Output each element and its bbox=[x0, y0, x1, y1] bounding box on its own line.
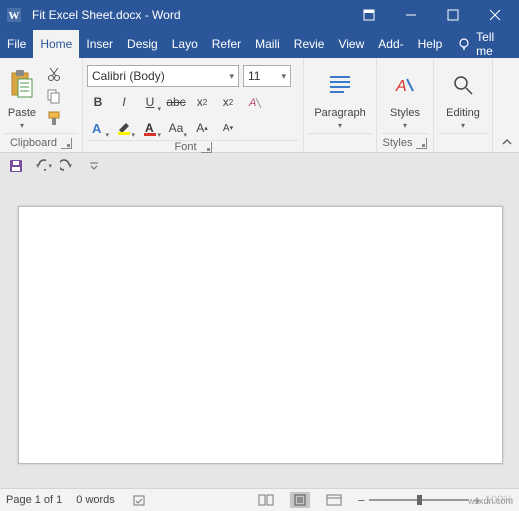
tab-layout[interactable]: Layo bbox=[165, 30, 205, 58]
web-layout-button[interactable] bbox=[324, 492, 344, 508]
watermark: wsxdn.com bbox=[468, 496, 513, 506]
text-effects-button[interactable]: A▾ bbox=[87, 117, 109, 139]
zoom-out-button[interactable]: − bbox=[358, 493, 366, 508]
paragraph-label: Paragraph bbox=[314, 107, 365, 119]
copy-icon bbox=[46, 88, 62, 104]
subscript-button[interactable]: x2 bbox=[191, 91, 213, 113]
titlebar: W Fit Excel Sheet.docx - Word bbox=[0, 0, 519, 30]
ribbon: Paste ▾ Clipboard Calibri (Body)▾ 11▾ B … bbox=[0, 58, 519, 153]
group-paragraph: Paragraph ▾ bbox=[304, 58, 377, 152]
font-size-combo[interactable]: 11▾ bbox=[243, 65, 291, 87]
paragraph-button[interactable]: Paragraph ▾ bbox=[322, 64, 358, 130]
maximize-button[interactable] bbox=[433, 0, 473, 30]
collapse-ribbon-button[interactable] bbox=[501, 136, 515, 150]
zoom-control: − + 100% wsxdn.com bbox=[358, 493, 513, 508]
tell-me-search[interactable]: Tell me bbox=[449, 30, 519, 58]
group-clipboard: Paste ▾ Clipboard bbox=[0, 58, 83, 152]
superscript-button[interactable]: x2 bbox=[217, 91, 239, 113]
word-app-icon: W bbox=[4, 5, 24, 25]
grow-font-button[interactable]: A▴ bbox=[191, 117, 213, 139]
tab-view[interactable]: View bbox=[331, 30, 371, 58]
shrink-font-button[interactable]: A▾ bbox=[217, 117, 239, 139]
tab-review[interactable]: Revie bbox=[287, 30, 332, 58]
svg-text:A: A bbox=[395, 78, 407, 95]
paste-icon bbox=[8, 64, 36, 105]
document-page[interactable] bbox=[18, 206, 503, 464]
font-label: Font bbox=[174, 141, 196, 153]
font-dialog-launcher[interactable] bbox=[201, 142, 212, 153]
svg-text:W: W bbox=[9, 10, 20, 22]
close-button[interactable] bbox=[475, 0, 515, 30]
read-mode-button[interactable] bbox=[256, 492, 276, 508]
clear-format-icon: A bbox=[246, 94, 262, 110]
undo-button[interactable]: ▾ bbox=[32, 156, 52, 176]
minimize-button[interactable] bbox=[391, 0, 431, 30]
ribbon-display-options[interactable] bbox=[349, 0, 389, 30]
format-painter-button[interactable] bbox=[44, 108, 64, 128]
find-icon bbox=[452, 64, 474, 105]
tab-mailings[interactable]: Maili bbox=[248, 30, 287, 58]
tab-file[interactable]: File bbox=[0, 30, 33, 58]
tab-design[interactable]: Desig bbox=[120, 30, 165, 58]
styles-dialog-launcher[interactable] bbox=[416, 138, 427, 149]
svg-text:A: A bbox=[145, 121, 154, 135]
tell-me-label: Tell me bbox=[476, 30, 511, 58]
group-editing: Editing ▾ bbox=[434, 58, 493, 152]
tab-help[interactable]: Help bbox=[411, 30, 450, 58]
tab-addins[interactable]: Add- bbox=[371, 30, 410, 58]
styles-icon: A bbox=[393, 64, 417, 105]
tab-home[interactable]: Home bbox=[33, 30, 79, 58]
status-bar: Page 1 of 1 0 words − + 100% wsxdn.com bbox=[0, 488, 519, 511]
styles-label: Styles bbox=[390, 107, 420, 119]
underline-button[interactable]: U▾ bbox=[139, 91, 161, 113]
copy-button[interactable] bbox=[44, 86, 64, 106]
customize-icon bbox=[89, 161, 99, 171]
document-area[interactable] bbox=[0, 178, 519, 489]
tab-references[interactable]: Refer bbox=[205, 30, 248, 58]
strikethrough-button[interactable]: abc bbox=[165, 91, 187, 113]
window-title: Fit Excel Sheet.docx - Word bbox=[32, 8, 349, 22]
styles-button[interactable]: A Styles ▾ bbox=[385, 64, 425, 130]
quick-access-toolbar: ▾ bbox=[0, 153, 519, 180]
svg-text:A: A bbox=[248, 97, 256, 109]
cut-icon bbox=[46, 66, 62, 82]
highlight-icon bbox=[116, 120, 132, 136]
editing-label: Editing bbox=[446, 107, 480, 119]
customize-qat-button[interactable] bbox=[84, 156, 104, 176]
editing-button[interactable]: Editing ▾ bbox=[442, 64, 484, 130]
cut-button[interactable] bbox=[44, 64, 64, 84]
font-color-button[interactable]: A▾ bbox=[139, 117, 161, 139]
italic-button[interactable]: I bbox=[113, 91, 135, 113]
clipboard-label: Clipboard bbox=[10, 137, 57, 149]
zoom-slider[interactable] bbox=[369, 499, 469, 501]
text-effects-icon: A bbox=[90, 120, 106, 136]
highlight-button[interactable]: ▾ bbox=[113, 117, 135, 139]
word-count-status[interactable]: 0 words bbox=[76, 494, 115, 506]
clear-formatting-button[interactable]: A bbox=[243, 91, 265, 113]
ribbon-tabs: File Home Inser Desig Layo Refer Maili R… bbox=[0, 30, 519, 58]
print-layout-button[interactable] bbox=[290, 492, 310, 508]
change-case-button[interactable]: Aa▾ bbox=[165, 117, 187, 139]
svg-text:A: A bbox=[92, 121, 102, 136]
paste-label: Paste bbox=[8, 107, 36, 119]
font-color-icon: A bbox=[142, 120, 158, 136]
redo-button[interactable] bbox=[58, 156, 78, 176]
styles-group-label: Styles bbox=[383, 137, 413, 149]
group-styles: A Styles ▾ Styles bbox=[377, 58, 434, 152]
paragraph-icon bbox=[326, 64, 354, 105]
font-name-combo[interactable]: Calibri (Body)▾ bbox=[87, 65, 239, 87]
lightbulb-icon bbox=[457, 37, 470, 51]
group-font: Calibri (Body)▾ 11▾ B I U▾ abc x2 x2 A A… bbox=[83, 58, 304, 152]
clipboard-dialog-launcher[interactable] bbox=[61, 138, 72, 149]
spelling-status[interactable] bbox=[129, 492, 149, 508]
paste-button[interactable]: Paste ▾ bbox=[4, 64, 40, 130]
bold-button[interactable]: B bbox=[87, 91, 109, 113]
format-painter-icon bbox=[46, 110, 62, 126]
undo-icon bbox=[32, 158, 46, 174]
redo-icon bbox=[60, 158, 76, 174]
save-icon bbox=[8, 158, 24, 174]
save-button[interactable] bbox=[6, 156, 26, 176]
tab-insert[interactable]: Inser bbox=[79, 30, 120, 58]
page-number-status[interactable]: Page 1 of 1 bbox=[6, 494, 62, 506]
